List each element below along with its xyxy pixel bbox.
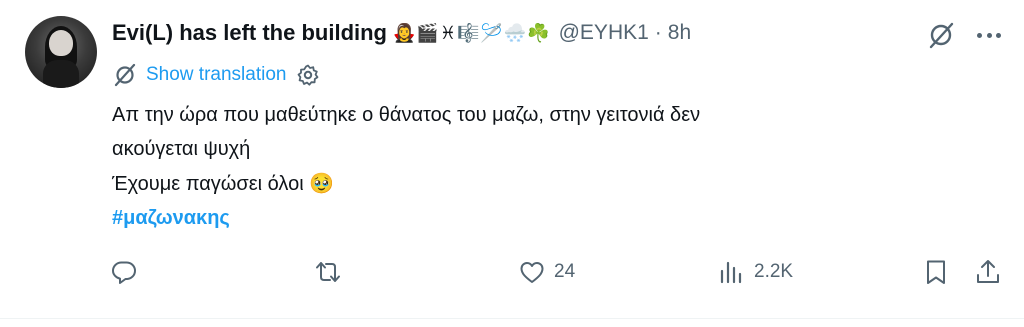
bookmark-icon xyxy=(927,260,945,284)
author-name[interactable]: Evi(L) has left the building xyxy=(112,20,387,46)
tweet-header: Evi(L) has left the building 🧛‍♀️🎬♓🎼🪡🌨️☘… xyxy=(112,18,691,48)
post-time[interactable]: 8h xyxy=(668,21,691,45)
views-icon xyxy=(720,261,742,284)
share-icon xyxy=(977,260,999,283)
divider xyxy=(0,318,1024,319)
like-count: 24 xyxy=(554,261,576,282)
repost-button[interactable] xyxy=(314,256,342,288)
more-icon[interactable] xyxy=(974,22,1004,48)
more-dot xyxy=(977,32,982,38)
separator-dot: · xyxy=(654,21,662,44)
grok-icon[interactable] xyxy=(926,20,956,50)
post-line: ακούγεται ψυχή xyxy=(112,138,251,160)
avatar[interactable] xyxy=(25,16,97,88)
action-bar: 24 2.2K xyxy=(0,252,1024,292)
more-dot xyxy=(986,32,992,38)
reply-button[interactable] xyxy=(110,256,138,288)
more-dot xyxy=(996,32,1001,38)
avatar-body xyxy=(43,60,79,88)
like-icon xyxy=(520,262,544,283)
gear-icon[interactable] xyxy=(296,63,320,87)
post-line: Έχουμε παγώσει όλοι xyxy=(112,173,304,195)
author-handle[interactable]: @EYHK1 xyxy=(559,21,649,45)
repost-icon xyxy=(316,262,340,282)
post-line-3: Έχουμε παγώσει όλοι 🥹 xyxy=(112,166,992,201)
share-button[interactable] xyxy=(974,256,1002,288)
hashtag-line: #μαζωνακης xyxy=(112,201,992,235)
show-translation-link[interactable]: Show translation xyxy=(146,64,286,86)
views-count: 2.2K xyxy=(754,261,794,282)
hashtag-link[interactable]: #μαζωνακης xyxy=(112,207,230,229)
bookmark-button[interactable] xyxy=(922,256,950,288)
author-name-emojis: 🧛‍♀️🎬♓🎼🪡🌨️☘️ xyxy=(393,22,551,44)
post-line: Απ την ώρα που μαθεύτηκε ο θάνατος του μ… xyxy=(112,104,701,126)
translate-icon xyxy=(114,63,136,87)
pleading-emoji: 🥹 xyxy=(309,171,335,195)
views-button[interactable]: 2.2K xyxy=(718,256,793,288)
reply-icon xyxy=(112,261,136,284)
translation-row: Show translation xyxy=(112,60,320,90)
tweet[interactable]: Evi(L) has left the building 🧛‍♀️🎬♓🎼🪡🌨️☘… xyxy=(0,0,1024,327)
like-button[interactable]: 24 xyxy=(518,256,575,288)
avatar-face xyxy=(49,30,73,56)
post-text: Απ την ώρα που μαθεύτηκε ο θάνατος του μ… xyxy=(112,98,992,235)
